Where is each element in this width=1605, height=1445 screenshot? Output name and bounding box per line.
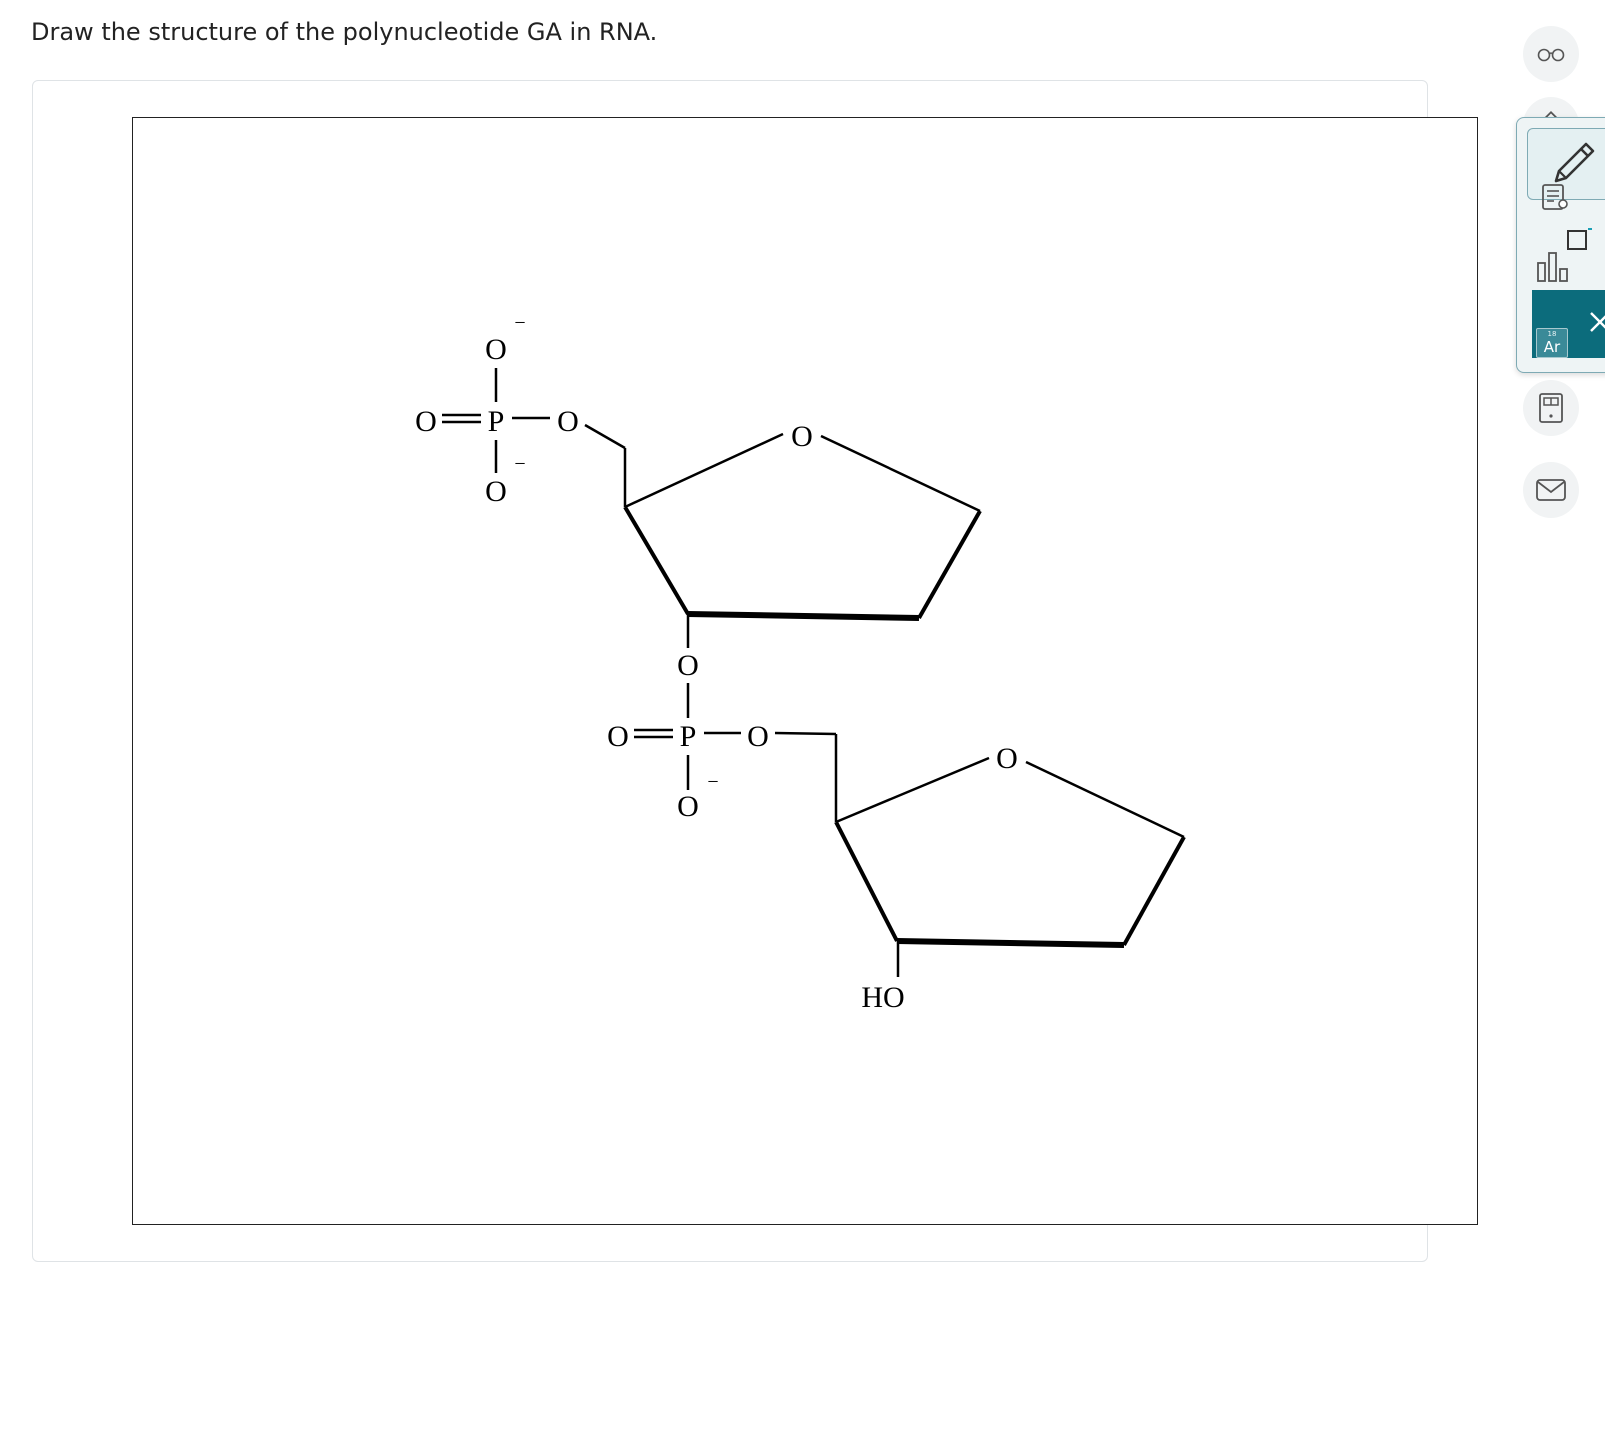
message-button[interactable] [1523, 462, 1579, 518]
molecule-structure: O − O P O O − O O O P O O − O HO [415, 312, 1186, 1014]
ring2-c2-c3 [896, 938, 1125, 948]
atom-p-1[interactable]: P [488, 405, 505, 438]
question-text: Draw the structure of the polynucleotide… [31, 18, 658, 46]
atom-o-link-2[interactable]: O [677, 649, 699, 682]
atom-o-dbl-2[interactable]: O [607, 720, 629, 753]
close-icon [1590, 312, 1605, 332]
atom-o-dbl-1[interactable]: O [415, 405, 437, 438]
ring1-o-c1 [820, 434, 981, 513]
charge-bot-2: − [707, 771, 718, 793]
atom-o-ring-2[interactable]: O [996, 742, 1018, 775]
read-aloud-button[interactable] [1523, 26, 1579, 82]
charge-bot-1: − [514, 453, 525, 475]
atom-o-bot-2[interactable]: O [677, 790, 699, 823]
calculator-button[interactable] [1523, 380, 1579, 436]
ring2-c4-o [835, 756, 990, 824]
periodic-symbol: Ar [1543, 338, 1561, 356]
ring2-c3-c4 [834, 821, 899, 942]
periodic-table-icon[interactable]: 18 Ar [1536, 328, 1568, 358]
mail-icon [1536, 479, 1566, 501]
glasses-icon [1537, 48, 1565, 62]
drawing-canvas[interactable]: O − O P O O − O O O P O O − O HO [132, 117, 1478, 1225]
calculator-icon [1539, 393, 1563, 423]
atom-o-bot-1[interactable]: O [485, 475, 507, 508]
drawing-tools-popout: 18 Ar [1516, 117, 1605, 373]
atom-ho[interactable]: HO [861, 981, 904, 1014]
chart-tool-button[interactable] [1533, 249, 1577, 289]
ring1-c4-o [624, 432, 784, 509]
charge-top-1: − [514, 312, 525, 334]
notes-tool-button[interactable] [1539, 182, 1575, 218]
ring1-c1-c2 [917, 510, 982, 619]
close-popout-button[interactable]: 18 Ar [1532, 290, 1605, 358]
ring1-c2-c3 [687, 611, 920, 621]
bond-o5-c5-2 [774, 731, 837, 736]
ring2-o-c1 [1025, 760, 1185, 839]
atom-o-ester-1[interactable]: O [557, 405, 579, 438]
atom-o-top-1[interactable]: O [485, 333, 507, 366]
ring1-c3-c4 [623, 505, 690, 616]
atom-o-ring-1[interactable]: O [791, 420, 813, 453]
atom-p-2[interactable]: P [680, 720, 697, 753]
periodic-number: 18 [1547, 330, 1557, 338]
notes-icon [1542, 184, 1568, 210]
ring2-c1-c2 [1122, 836, 1186, 946]
chart-icon [1537, 252, 1568, 282]
atom-o-ester-2[interactable]: O [747, 720, 769, 753]
bond-o5-c5-1 [584, 423, 626, 450]
